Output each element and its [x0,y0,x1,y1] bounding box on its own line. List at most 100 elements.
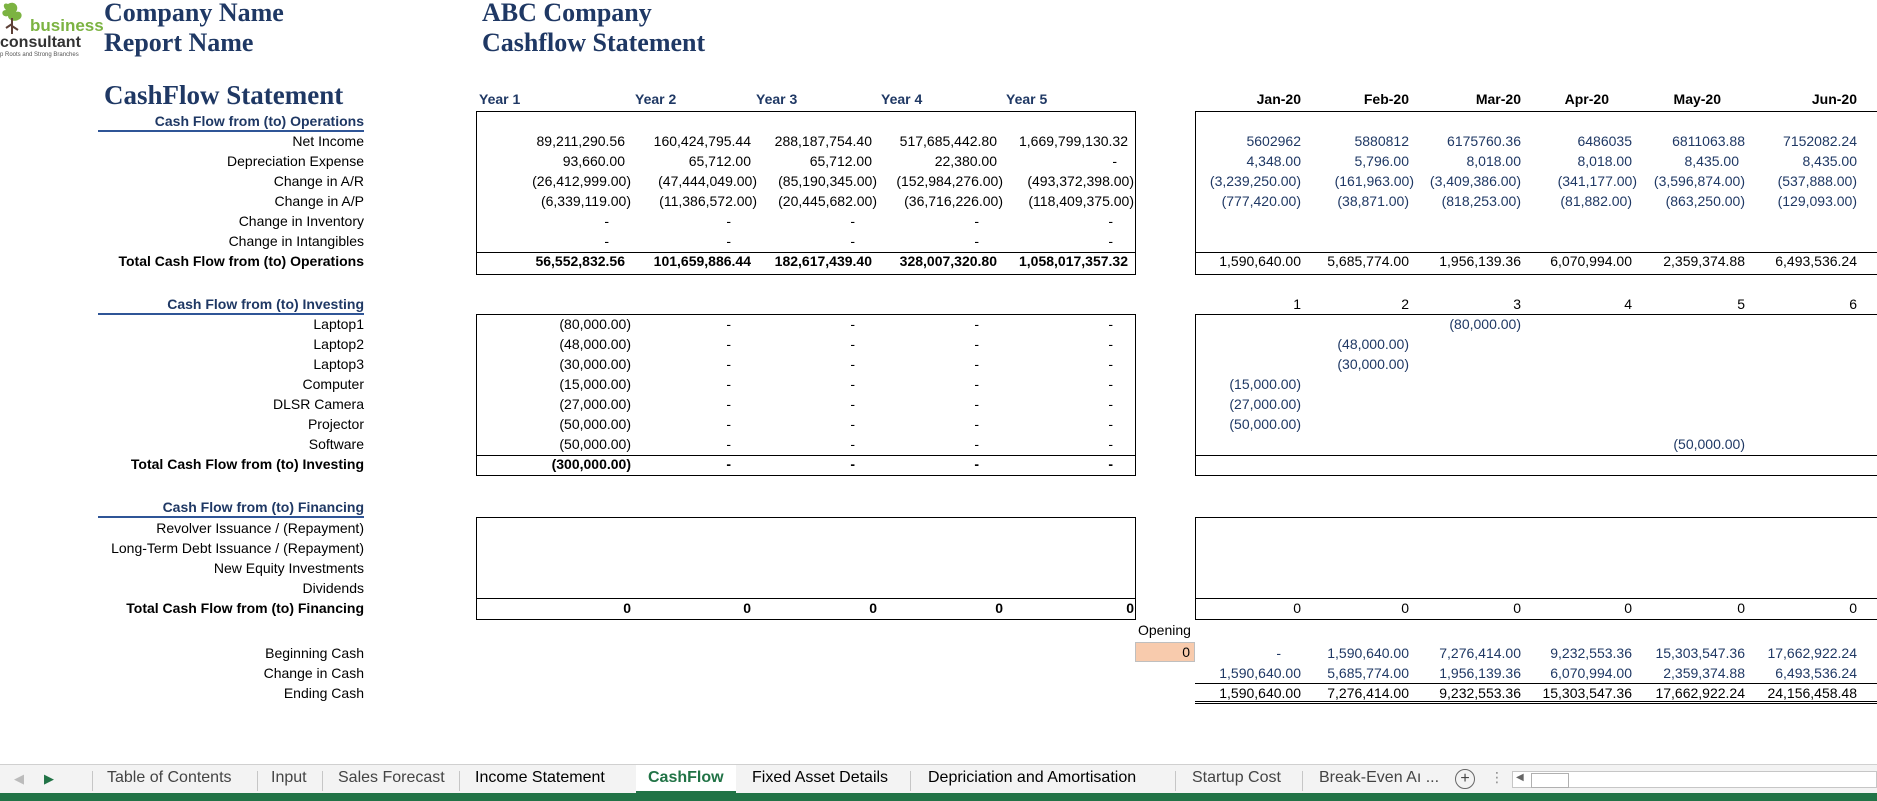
cell[interactable]: 182,617,439.40 [775,253,872,269]
cell[interactable]: (3,596,874.00) [1654,173,1745,189]
cell[interactable]: 2,359,374.88 [1663,665,1745,681]
cell[interactable]: (6,339,119.00) [541,193,631,209]
cell[interactable]: (50,000.00) [559,416,631,432]
cell[interactable]: 7,276,414.00 [1327,685,1409,701]
cell[interactable]: 0 [1737,600,1745,616]
cell[interactable]: 0 [1293,600,1301,616]
cell[interactable]: 0 [743,600,751,616]
cell[interactable]: (80,000.00) [1449,316,1521,332]
cell[interactable]: 0 [1513,600,1521,616]
cell[interactable]: (341,177.00) [1558,173,1637,189]
tab-break-even[interactable]: Break-Even Aı ... [1319,769,1439,787]
cell[interactable]: - [726,356,731,372]
scrollbar-thumb[interactable] [1531,773,1569,788]
cell[interactable]: 56,552,832.56 [535,253,625,269]
cell[interactable]: - [1108,213,1113,229]
cell[interactable]: - [974,436,979,452]
cell[interactable]: (118,409,375.00) [1028,193,1134,209]
cell[interactable]: - [974,416,979,432]
cell[interactable]: - [726,336,731,352]
cell[interactable]: - [1112,153,1117,169]
cell[interactable]: - [1108,316,1113,332]
cell[interactable]: 1,590,640.00 [1219,665,1301,681]
cell[interactable]: 15,303,547.36 [1655,645,1745,661]
tab-depreciation-amortisation[interactable]: Depriciation and Amortisation [928,769,1136,787]
cell[interactable]: (36,716,226.00) [904,193,1003,209]
cell[interactable]: (11,386,572.00) [659,193,757,209]
cell[interactable]: 15,303,547.36 [1542,685,1632,701]
cell[interactable]: 5,796.00 [1355,153,1410,169]
cell[interactable]: 1,058,017,357.32 [1019,253,1128,269]
cell[interactable]: (15,000.00) [1229,376,1301,392]
cell[interactable]: - [604,233,609,249]
tab-cashflow[interactable]: CashFlow [648,769,724,787]
cell[interactable]: - [1108,376,1113,392]
cell[interactable]: 7152082.24 [1783,133,1857,149]
opening-cash-input[interactable]: 0 [1135,642,1195,662]
cell[interactable]: - [850,316,855,332]
cell[interactable]: - [1108,336,1113,352]
horizontal-scrollbar[interactable]: ◀ [1512,771,1877,788]
cell[interactable]: 6,493,536.24 [1775,665,1857,681]
cell[interactable]: 6486035 [1577,133,1632,149]
cell[interactable]: - [850,416,855,432]
cell[interactable]: 1,669,799,130.32 [1019,133,1128,149]
cell[interactable]: 8,435.00 [1803,153,1858,169]
cell[interactable]: 6,070,994.00 [1550,665,1632,681]
cell[interactable]: - [850,233,855,249]
cell[interactable]: - [726,376,731,392]
tab-income-statement[interactable]: Income Statement [475,769,605,787]
cell[interactable]: (493,372,398.00) [1027,173,1134,189]
cell[interactable]: (15,000.00) [559,376,631,392]
cell[interactable]: - [604,213,609,229]
cell[interactable]: - [726,213,731,229]
cell[interactable]: - [850,213,855,229]
cell[interactable]: - [726,416,731,432]
cell[interactable]: 24,156,458.48 [1767,685,1857,701]
cell[interactable]: - [974,396,979,412]
add-sheet-icon[interactable]: + [1455,769,1475,789]
cell[interactable]: - [726,436,731,452]
cell[interactable]: 17,662,922.24 [1767,645,1857,661]
cell[interactable]: 1,956,139.36 [1439,253,1521,269]
cell[interactable]: 8,018.00 [1467,153,1522,169]
cell[interactable]: - [726,316,731,332]
tab-sales-forecast[interactable]: Sales Forecast [338,769,445,787]
cell[interactable]: 4,348.00 [1247,153,1302,169]
cell[interactable]: (38,871.00) [1337,193,1409,209]
cell[interactable]: - [974,356,979,372]
cell[interactable]: 0 [1624,600,1632,616]
cell[interactable]: 0 [1849,600,1857,616]
cell[interactable]: 288,187,754.40 [775,133,872,149]
cell[interactable]: (3,239,250.00) [1210,173,1301,189]
cell[interactable]: (80,000.00) [559,316,631,332]
cell[interactable]: 6,493,536.24 [1775,253,1857,269]
cell[interactable]: - [726,396,731,412]
cell[interactable]: - [1108,356,1113,372]
cell[interactable]: (777,420.00) [1222,193,1301,209]
cell[interactable]: (20,445,682.00) [778,193,877,209]
cell[interactable]: (300,000.00) [552,456,631,472]
scroll-tabs-left-icon[interactable]: ◀ [14,771,24,787]
cell[interactable]: (129,093.00) [1778,193,1857,209]
cell[interactable]: - [850,376,855,392]
scroll-tabs-right-icon[interactable]: ▶ [44,771,54,787]
cell[interactable]: 101,659,886.44 [654,253,751,269]
cell[interactable]: - [726,456,731,472]
tab-startup-cost[interactable]: Startup Cost [1192,769,1281,787]
cell[interactable]: - [850,336,855,352]
cell[interactable]: (47,444,049.00) [658,173,757,189]
cell[interactable]: 6811063.88 [1672,133,1745,149]
cell[interactable]: 328,007,320.80 [900,253,997,269]
cell[interactable]: (48,000.00) [559,336,631,352]
cell[interactable]: - [726,233,731,249]
tab-input[interactable]: Input [271,769,307,787]
cell[interactable]: 7,276,414.00 [1439,645,1521,661]
cell[interactable]: 9,232,553.36 [1439,685,1521,701]
cell[interactable]: 0 [1401,600,1409,616]
cell[interactable]: (863,250.00) [1666,193,1745,209]
cell[interactable]: (48,000.00) [1337,336,1409,352]
cell[interactable]: - [974,213,979,229]
cell[interactable]: (50,000.00) [1673,436,1745,452]
cell[interactable]: (161,963.00) [1335,173,1414,189]
